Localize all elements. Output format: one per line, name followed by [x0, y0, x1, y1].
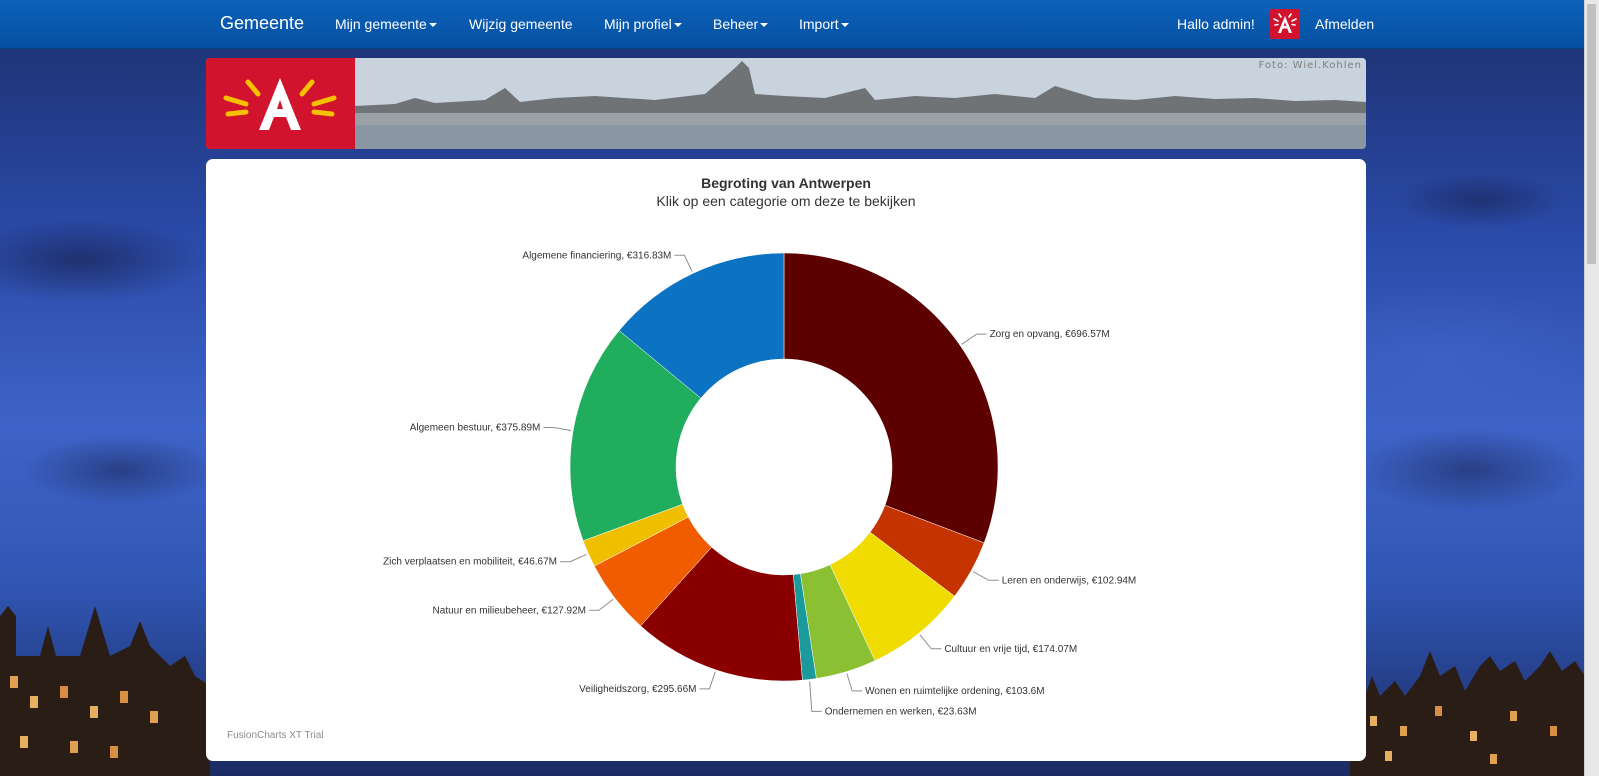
chart-label-leader [919, 634, 942, 650]
caret-down-icon [840, 23, 849, 28]
chart-slice-label: Zich verplaatsen en mobiliteit, €46.67M [383, 557, 557, 568]
background-buildings-right [1350, 651, 1585, 776]
nav-mijn-gemeente[interactable]: Mijn gemeente [335, 16, 437, 32]
doughnut-chart: Zorg en opvang, €696.57M Leren en onderwi… [383, 250, 1137, 717]
chart-label-leader [588, 598, 614, 611]
chart-slice-label: Algemeen bestuur, €375.89M [410, 422, 541, 433]
chart-slice-label: Veiligheidszorg, €295.66M [579, 684, 696, 695]
city-skyline-image [355, 58, 1366, 149]
chart-slice-label: Zorg en opvang, €696.57M [990, 329, 1110, 340]
photo-credit: Foto: Wiel.Kohlen [1258, 60, 1362, 71]
header-banner: Foto: Wiel.Kohlen [206, 58, 1366, 149]
chart-slice-label: Natuur en milieubeheer, €127.92M [433, 605, 586, 616]
nav-mijn-profiel[interactable]: Mijn profiel [604, 16, 682, 32]
chart-watermark: FusionCharts XT Trial [227, 730, 324, 741]
chart-slice-label: Wonen en ruimtelijke ordening, €103.6M [865, 686, 1044, 697]
chart-label-leader [972, 571, 999, 581]
nav-wijzig-gemeente-label: Wijzig gemeente [469, 16, 573, 32]
user-greeting: Hallo admin! [1177, 16, 1255, 32]
brand-link[interactable]: Gemeente [220, 13, 304, 34]
chart-label-leader [543, 426, 572, 431]
chart-label-leader [674, 254, 693, 272]
antwerpen-banner-logo-icon [206, 58, 355, 149]
chart-slice-label: Cultuur en vrije tijd, €174.07M [944, 644, 1077, 655]
chart-panel: Begroting van Antwerpen Klik op een cate… [206, 159, 1366, 761]
chart-slice[interactable] [783, 252, 999, 544]
caret-down-icon [428, 23, 437, 28]
caret-down-icon [673, 23, 682, 28]
nav-wijzig-gemeente[interactable]: Wijzig gemeente [469, 16, 573, 32]
chart-label-leader [809, 681, 822, 712]
nav-mijn-gemeente-label: Mijn gemeente [335, 16, 427, 32]
nav-import-label: Import [799, 16, 839, 32]
scrollbar-thumb[interactable] [1587, 4, 1596, 264]
caret-down-icon [760, 23, 769, 28]
chart-label-leader [961, 333, 987, 345]
top-navbar: Gemeente Mijn gemeente Wijzig gemeente M… [0, 0, 1585, 49]
chart-label-leader [560, 553, 587, 563]
nav-beheer[interactable]: Beheer [713, 16, 769, 32]
chart-slice-label: Ondernemen en werken, €23.63M [825, 706, 977, 717]
nav-mijn-profiel-label: Mijn profiel [604, 16, 672, 32]
chart-slice-label: Leren en onderwijs, €102.94M [1002, 575, 1137, 586]
page-scrollbar[interactable] [1584, 0, 1599, 776]
antwerpen-logo-icon [1270, 9, 1300, 39]
chart-label-leader [846, 673, 863, 692]
nav-import[interactable]: Import [799, 16, 849, 32]
logout-link[interactable]: Afmelden [1315, 16, 1374, 32]
nav-beheer-label: Beheer [713, 16, 759, 32]
chart-label-leader [699, 671, 716, 690]
background-buildings-left [0, 606, 210, 776]
chart-slice-label: Algemene financiering, €316.83M [522, 250, 671, 261]
